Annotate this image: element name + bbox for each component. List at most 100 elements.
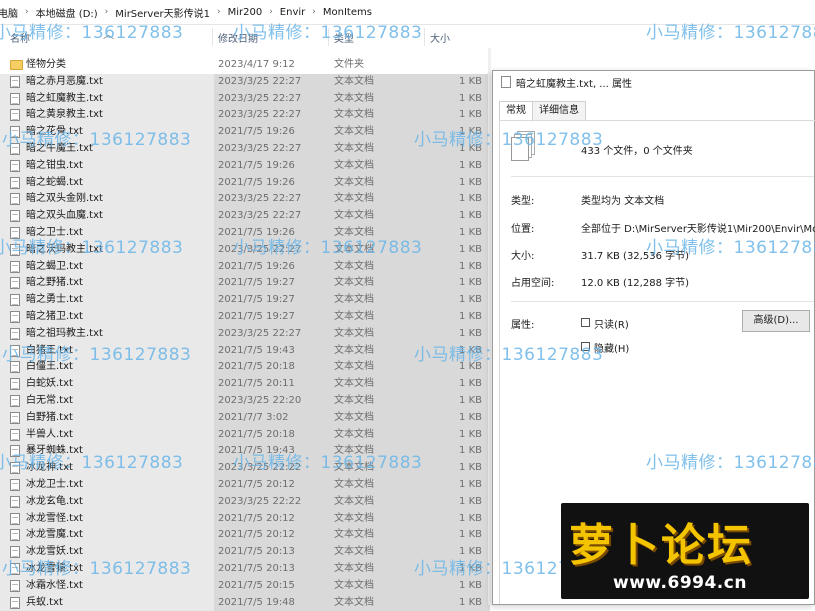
file-row[interactable]: 暗之赤月恶魔.txt2023/3/25 22:27文本文档1 KB xyxy=(0,74,490,91)
file-row[interactable]: 暗之花骨.txt2021/7/5 19:26文本文档1 KB xyxy=(0,124,490,141)
file-date: 2021/7/5 19:26 xyxy=(218,259,295,276)
file-row[interactable]: 冰龙雪魔.txt2021/7/5 20:12文本文档1 KB xyxy=(0,527,490,544)
file-type: 文本文档 xyxy=(334,527,374,544)
text-file-icon xyxy=(10,93,20,105)
file-row[interactable]: 暗之牛魔王.txt2023/3/25 22:27文本文档1 KB xyxy=(0,141,490,158)
column-size[interactable]: 大小 xyxy=(430,30,450,45)
tab-details[interactable]: 详细信息 xyxy=(532,101,586,121)
file-type: 文本文档 xyxy=(334,242,374,259)
file-date: 2023/3/25 22:27 xyxy=(218,208,301,225)
file-size: 1 KB xyxy=(428,74,482,91)
file-row[interactable]: 暗之钳虫.txt2021/7/5 19:26文本文档1 KB xyxy=(0,158,490,175)
file-row[interactable]: 半兽人.txt2021/7/5 20:18文本文档1 KB xyxy=(0,427,490,444)
file-name: 冰龙雪妖.txt xyxy=(26,544,83,561)
file-list: 怪物分类2023/4/17 9:12文件夹暗之赤月恶魔.txt2023/3/25… xyxy=(0,57,490,611)
column-name[interactable]: 名称 xyxy=(10,30,30,45)
file-row[interactable]: 白猪王.txt2021/7/5 19:43文本文档1 KB xyxy=(0,343,490,360)
breadcrumb-item[interactable]: 电脑 xyxy=(0,5,20,20)
size-value: 31.7 KB (32,536 字节) xyxy=(581,247,689,262)
file-type: 文本文档 xyxy=(334,511,374,528)
file-row[interactable]: 冰龙神.txt2023/3/25 22:22文本文档1 KB xyxy=(0,460,490,477)
text-file-icon xyxy=(10,496,20,508)
column-headers: 名称 ︿ 修改日期 类型 大小 xyxy=(0,26,490,48)
text-file-icon xyxy=(10,210,20,222)
file-name: 白蛇妖.txt xyxy=(26,376,73,393)
file-date: 2021/7/5 19:27 xyxy=(218,309,295,326)
file-row[interactable]: 暗之双头金刚.txt2023/3/25 22:27文本文档1 KB xyxy=(0,191,490,208)
attributes-label: 属性: xyxy=(511,316,534,331)
chevron-right-icon[interactable]: › xyxy=(307,7,321,17)
file-date: 2021/7/5 20:13 xyxy=(218,561,295,578)
text-file-icon xyxy=(10,429,20,441)
file-row[interactable]: 暗之虹魔教主.txt2023/3/25 22:27文本文档1 KB xyxy=(0,91,490,108)
file-type: 文本文档 xyxy=(334,74,374,91)
file-row[interactable]: 暗之卫士.txt2021/7/5 19:26文本文档1 KB xyxy=(0,225,490,242)
advanced-button[interactable]: 高级(D)... xyxy=(742,310,810,332)
breadcrumb-item[interactable]: MirServer天影传说1 xyxy=(113,5,212,20)
file-row[interactable]: 暗之黄泉教主.txt2023/3/25 22:27文本文档1 KB xyxy=(0,107,490,124)
file-row[interactable]: 暗之野猪.txt2021/7/5 19:27文本文档1 KB xyxy=(0,275,490,292)
file-row[interactable]: 冰龙玄龟.txt2023/3/25 22:22文本文档1 KB xyxy=(0,494,490,511)
list-scrollbar[interactable] xyxy=(488,48,491,605)
chevron-right-icon[interactable]: › xyxy=(212,7,226,17)
file-type: 文本文档 xyxy=(334,410,374,427)
tab-general[interactable]: 常规 xyxy=(499,101,533,122)
file-row[interactable]: 暗之沃玛教主.txt2023/3/25 22:27文本文档1 KB xyxy=(0,242,490,259)
file-size: 1 KB xyxy=(428,275,482,292)
breadcrumb-item[interactable]: Mir200 xyxy=(226,7,265,18)
column-date[interactable]: 修改日期 xyxy=(218,30,258,45)
hidden-label[interactable]: 隐藏(H) xyxy=(594,340,629,355)
file-size: 1 KB xyxy=(428,527,482,544)
file-row[interactable]: 冰龙雪怪.txt2021/7/5 20:12文本文档1 KB xyxy=(0,511,490,528)
file-row[interactable]: 白僵王.txt2021/7/5 20:18文本文档1 KB xyxy=(0,359,490,376)
file-row[interactable]: 白无常.txt2023/3/25 22:20文本文档1 KB xyxy=(0,393,490,410)
column-type[interactable]: 类型 xyxy=(334,30,354,45)
text-file-icon xyxy=(10,261,20,273)
file-name: 白僵王.txt xyxy=(26,359,73,376)
file-row[interactable]: 白野猪.txt2021/7/7 3:02文本文档1 KB xyxy=(0,410,490,427)
text-file-icon xyxy=(10,109,20,121)
file-date: 2021/7/5 19:26 xyxy=(218,225,295,242)
chevron-right-icon[interactable]: › xyxy=(264,7,278,17)
file-row[interactable]: 白蛇妖.txt2021/7/5 20:11文本文档1 KB xyxy=(0,376,490,393)
dialog-titlebar[interactable]: 暗之虹魔教主.txt, ... 属性 xyxy=(493,71,814,93)
breadcrumb-item[interactable]: Envir xyxy=(278,7,307,18)
file-size: 1 KB xyxy=(428,107,482,124)
folder-row[interactable]: 怪物分类2023/4/17 9:12文件夹 xyxy=(0,57,490,74)
file-type: 文本文档 xyxy=(334,443,374,460)
file-type: 文本文档 xyxy=(334,326,374,343)
text-file-icon xyxy=(10,277,20,289)
file-size: 1 KB xyxy=(428,511,482,528)
breadcrumb-item[interactable]: MonItems xyxy=(321,7,374,18)
file-date: 2023/4/17 9:12 xyxy=(218,57,295,74)
chevron-right-icon[interactable]: › xyxy=(20,7,34,17)
file-type: 文本文档 xyxy=(334,191,374,208)
file-row[interactable]: 冰龙雪猿.txt2021/7/5 20:13文本文档1 KB xyxy=(0,561,490,578)
file-date: 2023/3/25 22:27 xyxy=(218,326,301,343)
file-date: 2023/3/25 22:20 xyxy=(218,393,301,410)
file-date: 2023/3/25 22:27 xyxy=(218,107,301,124)
chevron-right-icon[interactable]: › xyxy=(100,7,114,17)
file-row[interactable]: 暗之蝎卫.txt2021/7/5 19:26文本文档1 KB xyxy=(0,259,490,276)
breadcrumb-item[interactable]: 本地磁盘 (D:) xyxy=(34,5,100,20)
file-row[interactable]: 兵蚁.txt2021/7/5 19:48文本文档1 KB xyxy=(0,595,490,611)
file-row[interactable]: 暗之蛇蝎.txt2021/7/5 19:26文本文档1 KB xyxy=(0,175,490,192)
file-row[interactable]: 冰霜水怪.txt2021/7/5 20:15文本文档1 KB xyxy=(0,578,490,595)
file-row[interactable]: 冰龙卫士.txt2021/7/5 20:12文本文档1 KB xyxy=(0,477,490,494)
file-name: 暗之钳虫.txt xyxy=(26,158,83,175)
file-row[interactable]: 暗之猪卫.txt2021/7/5 19:27文本文档1 KB xyxy=(0,309,490,326)
file-size: 1 KB xyxy=(428,242,482,259)
file-name: 暗之虹魔教主.txt xyxy=(26,91,103,108)
file-row[interactable]: 暗之勇士.txt2021/7/5 19:27文本文档1 KB xyxy=(0,292,490,309)
file-row[interactable]: 暗之祖玛教主.txt2023/3/25 22:27文本文档1 KB xyxy=(0,326,490,343)
file-row[interactable]: 暴牙蜘蛛.txt2021/7/5 19:43文本文档1 KB xyxy=(0,443,490,460)
file-name: 暗之双头金刚.txt xyxy=(26,191,103,208)
readonly-checkbox[interactable] xyxy=(581,318,590,327)
file-row[interactable]: 冰龙雪妖.txt2021/7/5 20:13文本文档1 KB xyxy=(0,544,490,561)
file-date: 2021/7/5 19:27 xyxy=(218,275,295,292)
hidden-checkbox[interactable] xyxy=(581,342,590,351)
file-row[interactable]: 暗之双头血魔.txt2023/3/25 22:27文本文档1 KB xyxy=(0,208,490,225)
dialog-tabs: 常规 详细信息 xyxy=(499,101,585,121)
file-date: 2021/7/5 20:12 xyxy=(218,511,295,528)
readonly-label[interactable]: 只读(R) xyxy=(594,316,629,331)
